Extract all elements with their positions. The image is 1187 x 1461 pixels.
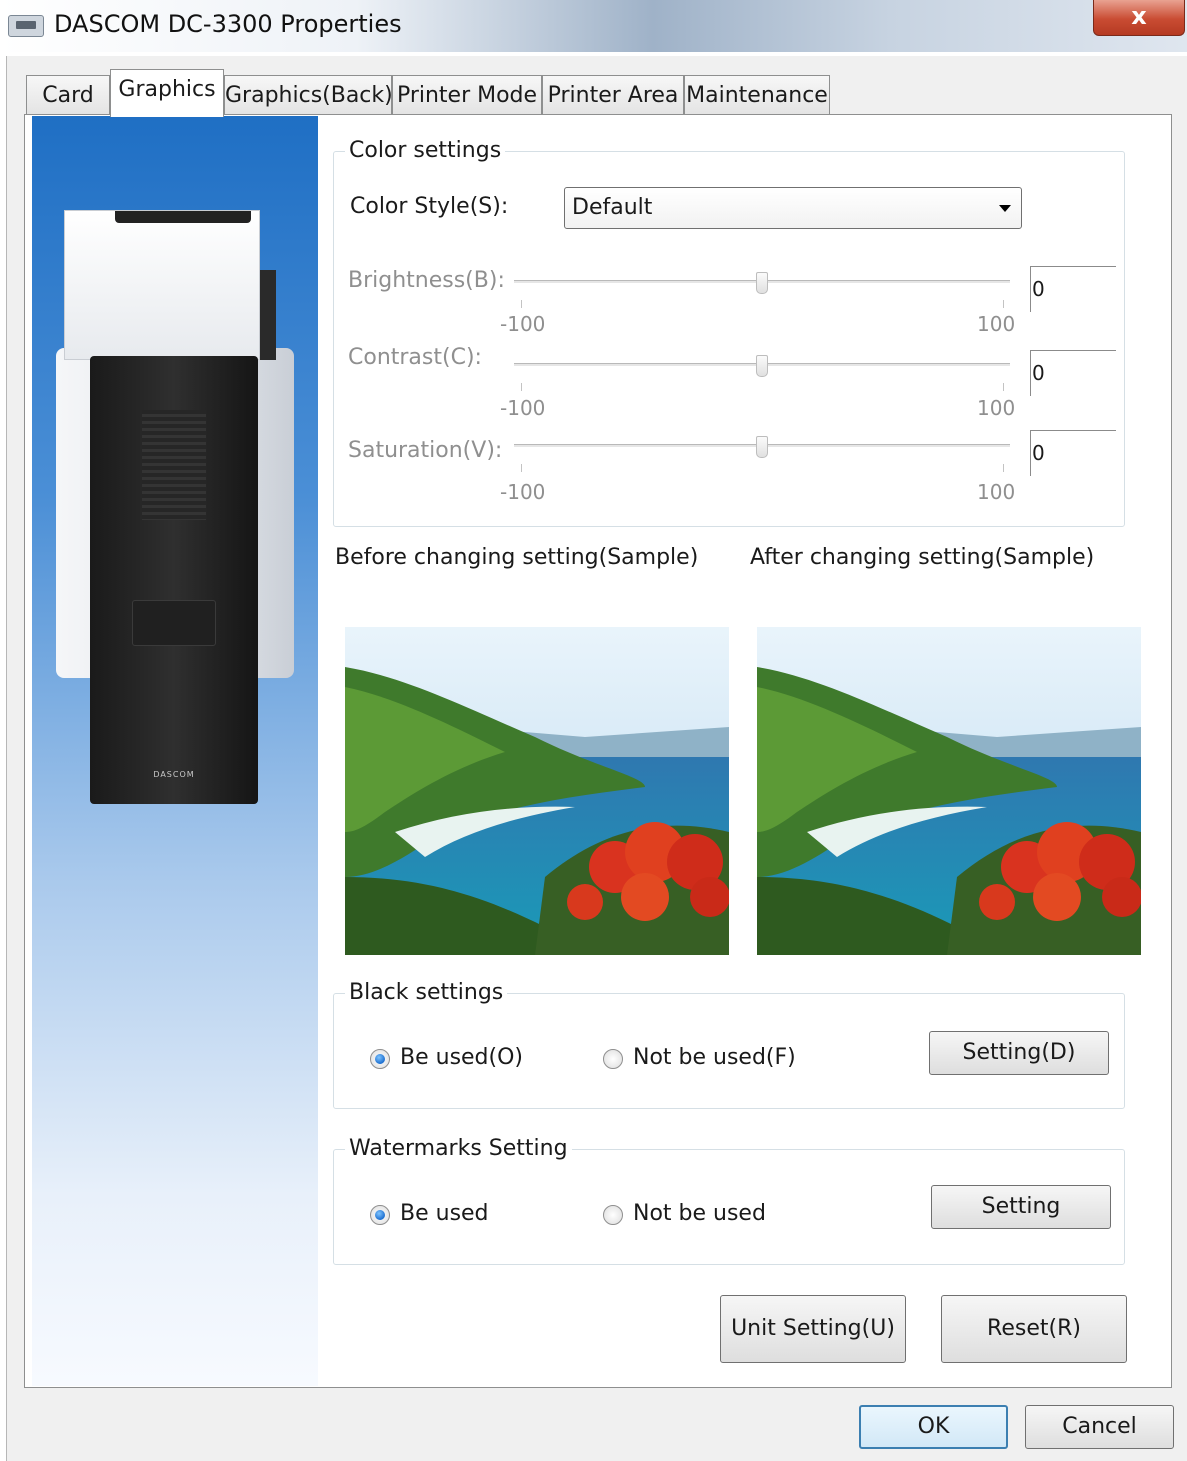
- tab-maintenance[interactable]: Maintenance: [684, 75, 830, 116]
- contrast-min-label: -100: [500, 396, 546, 420]
- chevron-down-icon: [999, 205, 1011, 212]
- brightness-max-label: 100: [977, 312, 1016, 336]
- saturation-min-label: -100: [500, 480, 546, 504]
- before-sample-label: Before changing setting(Sample): [335, 545, 699, 570]
- contrast-value: 0: [1032, 361, 1045, 385]
- after-sample-label: After changing setting(Sample): [750, 545, 1095, 570]
- watermark-not-used-label[interactable]: Not be used: [633, 1201, 766, 1226]
- cancel-button[interactable]: Cancel: [1025, 1405, 1174, 1449]
- black-be-used-label[interactable]: Be used(O): [400, 1045, 523, 1070]
- black-not-used-radio[interactable]: [603, 1049, 623, 1069]
- close-button[interactable]: x: [1093, 0, 1185, 36]
- tab-graphics-back[interactable]: Graphics(Back): [224, 75, 393, 116]
- contrast-label: Contrast(C):: [348, 345, 482, 370]
- watermark-be-used-label[interactable]: Be used: [400, 1201, 489, 1226]
- black-be-used-radio[interactable]: [370, 1049, 390, 1069]
- brightness-value: 0: [1032, 277, 1045, 301]
- color-settings-title: Color settings: [345, 138, 506, 163]
- tab-graphics[interactable]: Graphics: [110, 69, 224, 117]
- reset-button[interactable]: Reset(R): [941, 1295, 1127, 1363]
- color-style-value: Default: [572, 195, 653, 220]
- before-sample-image: [345, 627, 729, 955]
- tab-card[interactable]: Card: [26, 75, 110, 116]
- watermark-be-used-radio[interactable]: [370, 1205, 390, 1225]
- printer-illustration: DASCOM: [56, 210, 296, 810]
- tab-printer-area[interactable]: Printer Area: [542, 75, 684, 116]
- brightness-slider[interactable]: [514, 272, 1010, 312]
- saturation-value-field[interactable]: 0: [1030, 430, 1116, 476]
- saturation-value: 0: [1032, 441, 1045, 465]
- color-style-label: Color Style(S):: [350, 194, 509, 219]
- watermark-setting-button[interactable]: Setting: [931, 1185, 1111, 1229]
- saturation-label: Saturation(V):: [348, 438, 503, 463]
- brightness-value-field[interactable]: 0: [1030, 266, 1116, 312]
- contrast-slider-thumb[interactable]: [756, 355, 768, 377]
- color-style-select[interactable]: Default: [564, 187, 1022, 229]
- window-title: DASCOM DC-3300 Properties: [54, 10, 402, 38]
- black-setting-button[interactable]: Setting(D): [929, 1031, 1109, 1075]
- saturation-slider-thumb[interactable]: [756, 436, 768, 458]
- title-bar: DASCOM DC-3300 Properties: [0, 0, 1187, 52]
- black-not-used-label[interactable]: Not be used(F): [633, 1045, 796, 1070]
- after-sample-image: [757, 627, 1141, 955]
- watermark-not-used-radio[interactable]: [603, 1205, 623, 1225]
- saturation-slider[interactable]: [514, 436, 1010, 476]
- printer-icon: [8, 15, 44, 37]
- brightness-min-label: -100: [500, 312, 546, 336]
- tab-printer-mode[interactable]: Printer Mode: [392, 75, 542, 116]
- watermarks-title: Watermarks Setting: [345, 1136, 572, 1161]
- ok-button[interactable]: OK: [859, 1405, 1008, 1449]
- brightness-label: Brightness(B):: [348, 268, 505, 293]
- brightness-slider-thumb[interactable]: [756, 272, 768, 294]
- printer-brand-logo: DASCOM: [153, 770, 195, 779]
- unit-setting-button[interactable]: Unit Setting(U): [720, 1295, 906, 1363]
- black-settings-title: Black settings: [345, 980, 508, 1005]
- saturation-max-label: 100: [977, 480, 1016, 504]
- contrast-slider[interactable]: [514, 355, 1010, 395]
- contrast-max-label: 100: [977, 396, 1016, 420]
- contrast-value-field[interactable]: 0: [1030, 350, 1116, 396]
